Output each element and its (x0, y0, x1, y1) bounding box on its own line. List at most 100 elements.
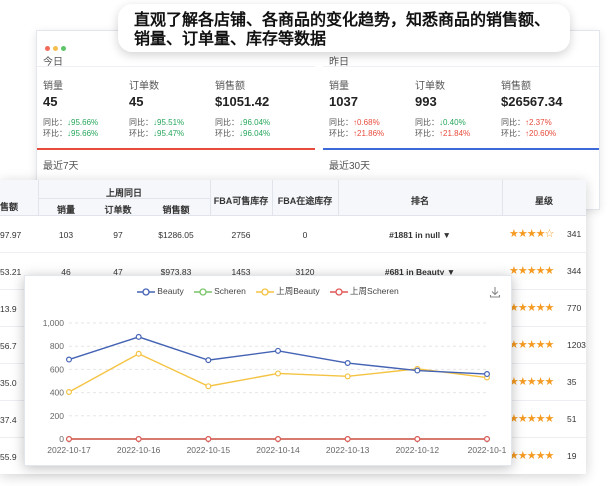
mom-label: 环比： (129, 129, 153, 138)
yesterday-qty-compare: 同比：↑0.68% 环比：↑21.86% (329, 117, 384, 139)
data-point (414, 367, 421, 374)
table-header: 售额 上周同日 销量 订单数 销售额 FBA可售库存 FBA在途库存 排名 星级 (0, 180, 586, 216)
yesterday-orders: 订单数 993 (415, 77, 445, 109)
mom-label: 环比： (215, 129, 239, 138)
y-tick-label: 400 (50, 388, 64, 398)
cell-review-count: 770 (567, 303, 582, 313)
yoy-label: 同比： (415, 118, 439, 127)
data-point (205, 383, 212, 390)
cell-fba-inbound: 0 (302, 230, 308, 240)
today-qty: 销量 45 (43, 77, 63, 109)
star-rating-icon: ★★★★★ (509, 339, 554, 351)
headline-line-2: 销量、订单量、库存等数据 (134, 29, 327, 48)
mom-value: ↑20.60% (525, 129, 557, 138)
metric-label: 订单数 (129, 81, 159, 92)
yoy-value: ↓96.04% (239, 118, 271, 127)
col-fba-inbound[interactable]: FBA在途库存 (272, 194, 338, 207)
col-orders[interactable]: 订单数 (94, 203, 142, 216)
metric-label: 销售额 (215, 81, 245, 92)
data-point (135, 350, 142, 357)
today-orders: 订单数 45 (129, 77, 159, 109)
cell-review-count: 341 (567, 229, 582, 239)
yesterday-qty: 销量 1037 (329, 77, 358, 109)
data-point (414, 436, 421, 443)
cell-amount: $1286.05 (158, 230, 194, 240)
cell-review-count: 1203 (567, 340, 586, 350)
y-tick-label: 1,000 (43, 318, 65, 328)
col-fba-stock[interactable]: FBA可售库存 (210, 194, 272, 207)
data-point (484, 436, 491, 443)
col-rank[interactable]: 排名 (338, 194, 502, 207)
data-point (344, 436, 351, 443)
yoy-label: 同比： (329, 118, 353, 127)
yesterday-amount: 销售额 $26567.34 (501, 77, 562, 109)
cell-qty: 103 (58, 230, 74, 240)
star-rating-icon: ★★★★☆ (509, 228, 554, 240)
table-row[interactable]: 97.97 103 97 $1286.05 2756 0 #1881 in nu… (0, 216, 586, 253)
last30-title: 最近30天 (329, 161, 371, 172)
data-point (65, 436, 72, 443)
series-line-0 (68, 336, 488, 375)
cell-sales: 97.97 (0, 230, 22, 240)
y-tick-label: 0 (59, 434, 64, 444)
today-qty-compare: 同比：↓95.66% 环比：↓95.66% (43, 117, 98, 139)
metric-value: 45 (43, 94, 58, 109)
today-amount: 销售额 $1051.42 (215, 77, 269, 109)
yesterday-title: 昨日 (323, 51, 599, 68)
today-orders-compare: 同比：↓95.51% 环比：↓95.47% (129, 117, 184, 139)
cell-orders: 97 (113, 230, 123, 240)
cell-review-count: 344 (567, 266, 582, 276)
x-tick-label: 2022-10-17 (47, 445, 91, 455)
x-tick-label: 2022-10-13 (326, 445, 370, 455)
group-divider (38, 198, 210, 199)
col-amount[interactable]: 销售额 (142, 203, 210, 216)
metric-label: 订单数 (415, 81, 445, 92)
yesterday-underline (323, 148, 599, 150)
today-amount-compare: 同比：↓96.04% 环比：↓96.04% (215, 117, 270, 139)
metric-value: $26567.34 (501, 94, 563, 109)
metric-value: $1051.42 (215, 94, 270, 109)
today-title: 今日 (37, 51, 315, 68)
mom-value: ↓95.47% (153, 129, 185, 138)
star-rating-icon: ★★★★★ (509, 413, 554, 425)
yesterday-panel: 昨日 销量 1037 订单数 993 销售额 $26567.34 同比：↑0.6… (323, 51, 599, 151)
data-point (65, 356, 72, 363)
col-stars[interactable]: 星级 (502, 194, 586, 207)
data-point (135, 333, 142, 340)
yoy-value: ↓0.40% (439, 118, 466, 127)
x-tick-label: 2022-10-14 (256, 445, 300, 455)
metric-value: 1037 (329, 94, 358, 109)
col-sales-amount[interactable]: 售额 (0, 200, 38, 213)
today-underline (37, 148, 315, 150)
y-tick-label: 600 (50, 364, 64, 374)
y-tick-label: 800 (50, 341, 64, 351)
data-point (275, 347, 282, 354)
cell-review-count: 19 (567, 451, 577, 461)
cell-fba-stock: 2756 (231, 230, 251, 240)
star-rating-icon: ★★★★★ (509, 450, 554, 462)
data-point (275, 436, 282, 443)
mom-label: 环比： (329, 129, 353, 138)
x-tick-label: 2022-10-15 (187, 445, 231, 455)
data-point (135, 436, 142, 443)
metric-value: 45 (129, 94, 144, 109)
mom-value: ↓95.66% (67, 129, 99, 138)
metric-label: 销售额 (501, 81, 531, 92)
star-rating-icon: ★★★★★ (509, 376, 554, 388)
last7-title: 最近7天 (43, 161, 79, 172)
yoy-label: 同比： (501, 118, 525, 127)
data-point (344, 360, 351, 367)
cell-review-count: 51 (567, 414, 577, 424)
mom-label: 环比： (415, 129, 439, 138)
y-tick-label: 200 (50, 411, 64, 421)
col-qty[interactable]: 销量 (38, 203, 94, 216)
headline-banner: 直观了解各店铺、各商品的变化趋势，知悉商品的销售额、 销量、订单量、库存等数据 (118, 4, 570, 52)
data-point (275, 370, 282, 377)
cell-rank[interactable]: #1881 in null ▼ (338, 230, 502, 240)
mom-value: ↑21.86% (353, 129, 385, 138)
yoy-value: ↓95.51% (153, 118, 185, 127)
mom-value: ↓96.04% (239, 129, 271, 138)
star-rating-icon: ★★★★★ (509, 265, 554, 277)
yesterday-orders-compare: 同比：↓0.40% 环比：↑21.84% (415, 117, 470, 139)
data-point (344, 373, 351, 380)
